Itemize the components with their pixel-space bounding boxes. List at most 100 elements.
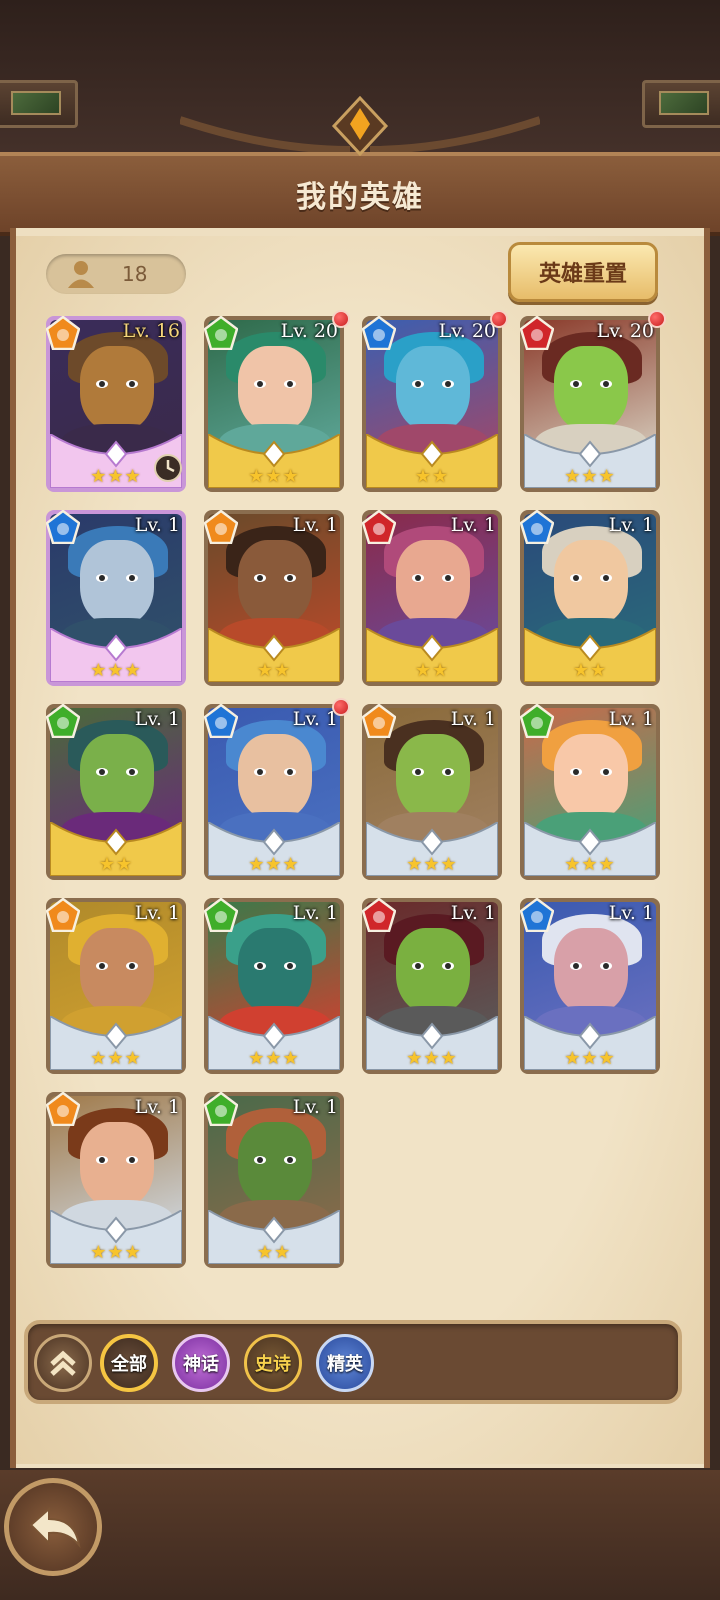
hero-card[interactable]: Lv. 16 ★★★ <box>46 316 186 492</box>
hero-card[interactable]: Lv. 20 ★★ <box>362 310 508 492</box>
hero-card[interactable]: Lv. 1 ★★ <box>362 510 502 686</box>
hero-face <box>396 540 470 626</box>
hero-reset-button[interactable]: 英雄重置 <box>508 242 658 302</box>
hero-eye <box>284 574 296 582</box>
fire-element-icon <box>362 704 396 738</box>
hero-stars: ★★ <box>98 854 134 875</box>
hero-card[interactable]: Lv. 1 ★★ <box>46 704 186 880</box>
hero-eye <box>126 1156 138 1164</box>
hero-eye <box>96 380 108 388</box>
nature-element-icon <box>204 898 238 932</box>
hero-level: Lv. 1 <box>292 1096 338 1118</box>
hero-level: Lv. 1 <box>292 514 338 536</box>
hero-face <box>554 540 628 626</box>
hero-card[interactable]: Lv. 1 ★★★ <box>204 898 344 1074</box>
hero-face <box>80 346 154 432</box>
hero-face <box>80 928 154 1014</box>
fire-element-icon <box>46 1092 80 1126</box>
hero-face <box>554 346 628 432</box>
hero-face <box>80 540 154 626</box>
hero-face <box>554 928 628 1014</box>
hero-level: Lv. 1 <box>608 514 654 536</box>
filter-all-label: 全部 <box>111 1354 147 1375</box>
page-title: 我的英雄 <box>296 180 424 215</box>
hero-face <box>396 346 470 432</box>
filter-all-button[interactable]: 全部 <box>100 1334 158 1392</box>
filter-epic-button[interactable]: 史诗 <box>244 1334 302 1392</box>
blood-element-icon <box>362 510 396 544</box>
hero-eye <box>126 380 138 388</box>
hero-card[interactable]: Lv. 1 ★★★ <box>46 510 186 686</box>
hero-eye <box>412 962 424 970</box>
hero-count: 18 <box>122 262 148 286</box>
hero-stars: ★★★ <box>406 854 458 875</box>
clock-icon <box>154 454 182 482</box>
hero-level: Lv. 1 <box>292 902 338 924</box>
hero-eye <box>284 962 296 970</box>
hero-level: Lv. 1 <box>608 708 654 730</box>
hero-card[interactable]: Lv. 1 ★★★ <box>204 698 350 880</box>
water-element-icon <box>520 510 554 544</box>
hero-level: Lv. 1 <box>608 902 654 924</box>
blood-element-icon <box>362 898 396 932</box>
back-button[interactable] <box>4 1478 102 1576</box>
hero-card[interactable]: Lv. 1 ★★★ <box>520 704 660 880</box>
hero-level: Lv. 1 <box>450 514 496 536</box>
hero-eye <box>570 574 582 582</box>
hero-eye <box>284 1156 296 1164</box>
filter-mythic-button[interactable]: 神话 <box>172 1334 230 1392</box>
hero-eye <box>126 574 138 582</box>
hero-level: Lv. 1 <box>450 902 496 924</box>
hero-card[interactable]: Lv. 1 ★★ <box>204 1092 344 1268</box>
notification-dot <box>490 310 508 328</box>
filter-elite-button[interactable]: 精英 <box>316 1334 374 1392</box>
collapse-up-button[interactable] <box>34 1334 92 1392</box>
hero-level: Lv. 1 <box>134 708 180 730</box>
hero-card[interactable]: Lv. 20 ★★★ <box>204 310 350 492</box>
hero-stars: ★★★ <box>90 1048 142 1069</box>
hero-eye <box>254 962 266 970</box>
hero-level: Lv. 16 <box>122 320 180 342</box>
hero-face <box>238 928 312 1014</box>
hero-eye <box>96 1156 108 1164</box>
hero-eye <box>126 768 138 776</box>
hero-stars: ★★★ <box>248 1048 300 1069</box>
hero-card[interactable]: Lv. 1 ★★★ <box>520 898 660 1074</box>
hero-level: Lv. 20 <box>438 320 496 342</box>
hero-level: Lv. 20 <box>596 320 654 342</box>
hero-card[interactable]: Lv. 1 ★★ <box>204 510 344 686</box>
hero-eye <box>284 380 296 388</box>
hero-level: Lv. 1 <box>450 708 496 730</box>
hero-stars: ★★★ <box>90 1242 142 1263</box>
notification-dot <box>648 310 666 328</box>
hero-face <box>80 734 154 820</box>
filter-mythic-label: 神话 <box>183 1354 219 1375</box>
right-pillar-decoration <box>642 80 720 128</box>
hero-stars: ★★★ <box>406 1048 458 1069</box>
hero-card[interactable]: Lv. 1 ★★★ <box>362 898 502 1074</box>
hero-eye <box>412 574 424 582</box>
hero-card[interactable]: Lv. 1 ★★★ <box>46 1092 186 1268</box>
hero-eye <box>96 574 108 582</box>
hero-face <box>554 734 628 820</box>
water-element-icon <box>46 510 80 544</box>
hero-eye <box>284 768 296 776</box>
fire-element-icon <box>46 898 80 932</box>
hero-stars: ★★★ <box>248 466 300 487</box>
hero-eye <box>412 768 424 776</box>
blood-element-icon <box>520 316 554 350</box>
hero-face <box>80 1122 154 1208</box>
hero-card[interactable]: Lv. 1 ★★ <box>520 510 660 686</box>
fire-element-icon <box>204 510 238 544</box>
hero-eye <box>412 380 424 388</box>
hero-face <box>238 540 312 626</box>
person-icon <box>68 261 94 288</box>
hero-card[interactable]: Lv. 20 ★★★ <box>520 310 666 492</box>
water-element-icon <box>362 316 396 350</box>
hero-stars: ★★ <box>414 660 450 681</box>
bottom-bar <box>0 1470 720 1600</box>
hero-card[interactable]: Lv. 1 ★★★ <box>46 898 186 1074</box>
hero-eye <box>442 768 454 776</box>
hero-count-badge: 18 <box>46 254 186 294</box>
hero-card[interactable]: Lv. 1 ★★★ <box>362 704 502 880</box>
